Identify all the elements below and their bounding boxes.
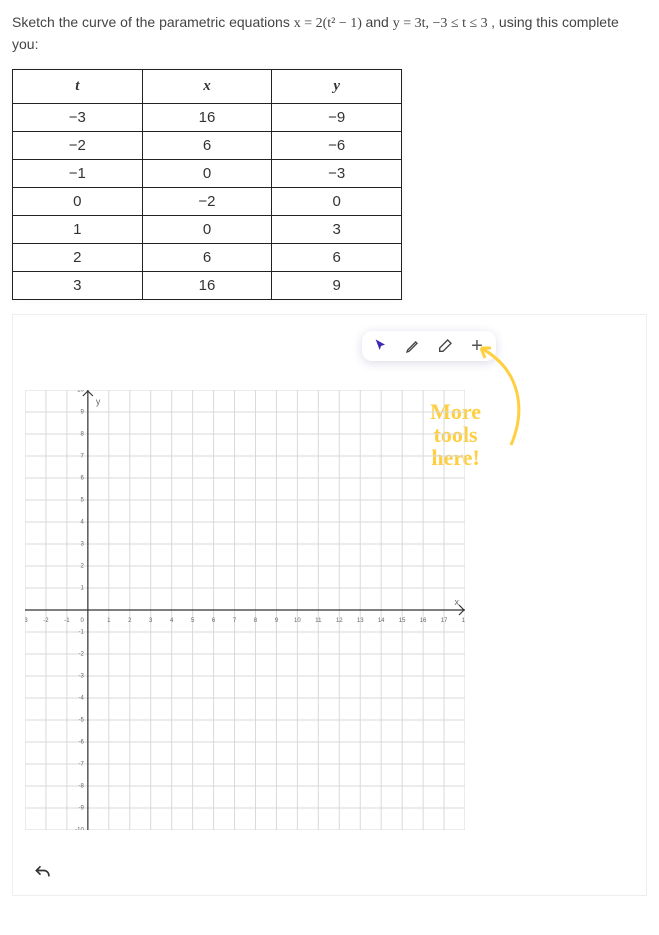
pen-icon (405, 338, 421, 354)
table-cell: 0 (142, 160, 272, 188)
svg-text:1: 1 (81, 586, 85, 592)
svg-text:0: 0 (81, 618, 85, 624)
svg-text:11: 11 (315, 618, 322, 624)
svg-text:-3: -3 (79, 674, 85, 680)
eq2: y = 3t, −3 ≤ t ≤ 3 (393, 16, 491, 31)
drawing-toolbar: + (362, 331, 496, 361)
q-suffix: , using this complete (491, 14, 619, 30)
svg-text:-9: -9 (79, 806, 85, 812)
col-y: y (272, 70, 402, 104)
svg-text:-1: -1 (79, 630, 85, 636)
svg-text:-8: -8 (79, 784, 85, 790)
svg-text:-4: -4 (79, 696, 85, 702)
pointer-icon (373, 338, 389, 354)
table-cell: −3 (272, 160, 402, 188)
coordinate-grid[interactable]: -3-2-1123456789101112131415161718-10-9-8… (25, 390, 465, 830)
plus-icon: + (471, 336, 483, 356)
table-row: 3169 (13, 272, 402, 300)
table-cell: 0 (142, 216, 272, 244)
eq1: x = 2(t² − 1) (294, 16, 366, 31)
svg-text:8: 8 (254, 618, 258, 624)
pointer-tool[interactable] (372, 337, 390, 355)
svg-text:2: 2 (81, 564, 85, 570)
q-line2: you: (12, 36, 38, 52)
table-cell: 6 (142, 244, 272, 272)
table-cell: −1 (13, 160, 143, 188)
table-row: 266 (13, 244, 402, 272)
undo-icon (33, 863, 53, 883)
svg-text:10: 10 (77, 390, 84, 394)
svg-text:15: 15 (399, 618, 406, 624)
svg-text:7: 7 (233, 618, 237, 624)
svg-text:-7: -7 (79, 762, 85, 768)
values-table: t x y −316−9−26−6−10−30−201032663169 (12, 69, 402, 300)
col-x: x (142, 70, 272, 104)
svg-text:17: 17 (441, 618, 448, 624)
svg-text:3: 3 (149, 618, 153, 624)
svg-text:5: 5 (81, 498, 85, 504)
svg-text:9: 9 (275, 618, 279, 624)
table-cell: 16 (142, 272, 272, 300)
table-cell: 0 (272, 188, 402, 216)
question-text: Sketch the curve of the parametric equat… (12, 12, 647, 55)
svg-text:9: 9 (81, 410, 85, 416)
svg-text:-6: -6 (79, 740, 85, 746)
table-cell: 0 (13, 188, 143, 216)
svg-text:6: 6 (81, 476, 85, 482)
table-cell: 3 (13, 272, 143, 300)
svg-text:12: 12 (336, 618, 343, 624)
svg-text:14: 14 (378, 618, 385, 624)
svg-text:18: 18 (462, 618, 465, 624)
table-cell: 6 (272, 244, 402, 272)
table-cell: 9 (272, 272, 402, 300)
svg-text:-5: -5 (79, 718, 85, 724)
eraser-tool[interactable] (436, 337, 454, 355)
table-cell: 16 (142, 104, 272, 132)
svg-text:-3: -3 (25, 618, 28, 624)
svg-text:4: 4 (170, 618, 174, 624)
svg-text:2: 2 (128, 618, 132, 624)
table-cell: 2 (13, 244, 143, 272)
svg-text:16: 16 (420, 618, 427, 624)
table-cell: 1 (13, 216, 143, 244)
undo-button[interactable] (33, 863, 55, 885)
table-cell: −3 (13, 104, 143, 132)
svg-text:7: 7 (81, 454, 85, 460)
q-mid: and (365, 14, 392, 30)
table-cell: 6 (142, 132, 272, 160)
table-row: 103 (13, 216, 402, 244)
svg-text:-2: -2 (79, 652, 85, 658)
q-prefix: Sketch the curve of the parametric equat… (12, 14, 294, 30)
svg-text:y: y (96, 396, 101, 406)
svg-text:-1: -1 (64, 618, 70, 624)
svg-text:10: 10 (294, 618, 301, 624)
table-row: −26−6 (13, 132, 402, 160)
table-row: −316−9 (13, 104, 402, 132)
svg-text:13: 13 (357, 618, 364, 624)
pen-tool[interactable] (404, 337, 422, 355)
add-tool[interactable]: + (468, 337, 486, 355)
svg-text:3: 3 (81, 542, 85, 548)
svg-text:8: 8 (81, 432, 85, 438)
table-cell: −2 (142, 188, 272, 216)
svg-text:-2: -2 (43, 618, 49, 624)
svg-text:6: 6 (212, 618, 216, 624)
table-cell: −6 (272, 132, 402, 160)
eraser-icon (437, 338, 453, 354)
table-row: 0−20 (13, 188, 402, 216)
svg-text:-10: -10 (75, 828, 84, 830)
table-cell: −9 (272, 104, 402, 132)
col-t: t (13, 70, 143, 104)
svg-text:1: 1 (107, 618, 111, 624)
svg-text:4: 4 (81, 520, 85, 526)
graph-canvas-area[interactable]: + More tools here! -3-2-1123456789101112… (12, 314, 647, 896)
table-cell: 3 (272, 216, 402, 244)
table-row: −10−3 (13, 160, 402, 188)
svg-text:5: 5 (191, 618, 195, 624)
table-cell: −2 (13, 132, 143, 160)
